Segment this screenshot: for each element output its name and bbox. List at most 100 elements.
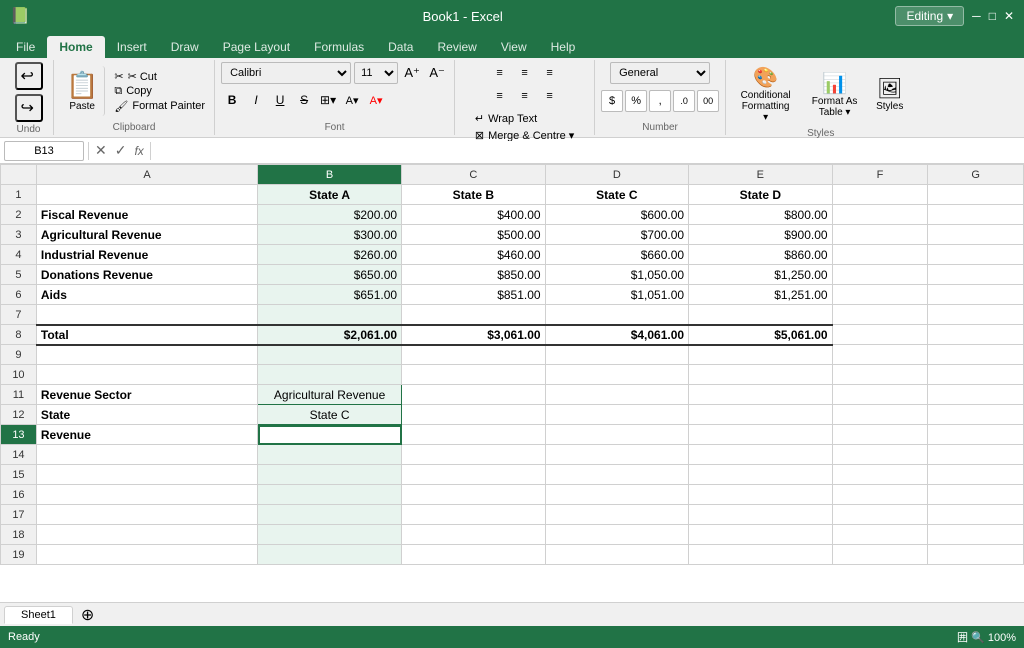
table-cell[interactable]: $1,251.00: [689, 285, 833, 305]
table-cell[interactable]: [832, 445, 928, 465]
table-cell[interactable]: [928, 345, 1024, 365]
table-cell[interactable]: Agricultural Revenue: [36, 225, 257, 245]
table-cell[interactable]: [832, 485, 928, 505]
tab-draw[interactable]: Draw: [159, 36, 211, 58]
table-cell[interactable]: [928, 205, 1024, 225]
table-cell[interactable]: State B: [402, 185, 546, 205]
currency-button[interactable]: $: [601, 90, 623, 112]
table-cell[interactable]: [258, 345, 402, 365]
table-cell[interactable]: [689, 365, 833, 385]
table-cell[interactable]: [545, 505, 689, 525]
font-name-select[interactable]: Calibri: [221, 62, 351, 84]
conditional-formatting-button[interactable]: 🎨 Conditional Formatting ▾: [732, 62, 799, 126]
table-cell[interactable]: [689, 425, 833, 445]
font-size-select[interactable]: 11: [354, 62, 398, 84]
undo-button[interactable]: ↩: [15, 62, 43, 90]
strikethrough-button[interactable]: S: [293, 89, 315, 111]
table-cell[interactable]: [36, 305, 257, 325]
tab-file[interactable]: File: [4, 36, 47, 58]
table-cell[interactable]: [928, 425, 1024, 445]
paste-button[interactable]: 📋 Paste: [60, 66, 105, 116]
table-cell[interactable]: [689, 385, 833, 405]
tab-insert[interactable]: Insert: [105, 36, 159, 58]
table-cell[interactable]: [832, 305, 928, 325]
table-cell[interactable]: $500.00: [402, 225, 546, 245]
table-cell[interactable]: $651.00: [258, 285, 402, 305]
table-cell[interactable]: [36, 345, 257, 365]
table-cell[interactable]: [928, 485, 1024, 505]
table-cell[interactable]: $4,061.00: [545, 325, 689, 345]
maximize-icon[interactable]: □: [989, 9, 996, 23]
table-cell[interactable]: [258, 305, 402, 325]
row-header-1[interactable]: 1: [1, 185, 37, 205]
col-header-c[interactable]: C: [402, 165, 546, 185]
align-top-center-button[interactable]: ≡: [513, 62, 537, 84]
table-cell[interactable]: State C: [545, 185, 689, 205]
table-cell[interactable]: $900.00: [689, 225, 833, 245]
table-cell[interactable]: [928, 225, 1024, 245]
confirm-formula-icon[interactable]: ✓: [113, 140, 129, 161]
table-cell[interactable]: State A: [258, 185, 402, 205]
table-cell[interactable]: $800.00: [689, 205, 833, 225]
table-cell[interactable]: $851.00: [402, 285, 546, 305]
close-icon[interactable]: ✕: [1004, 9, 1014, 23]
row-header-9[interactable]: 9: [1, 345, 37, 365]
table-cell[interactable]: [402, 345, 546, 365]
table-cell[interactable]: Fiscal Revenue: [36, 205, 257, 225]
table-cell[interactable]: [545, 405, 689, 425]
align-top-right-button[interactable]: ≡: [538, 62, 562, 84]
table-cell[interactable]: Aids: [36, 285, 257, 305]
table-cell[interactable]: [689, 405, 833, 425]
table-cell[interactable]: [832, 425, 928, 445]
table-cell[interactable]: $200.00: [258, 205, 402, 225]
col-header-g[interactable]: G: [928, 165, 1024, 185]
table-cell[interactable]: [832, 505, 928, 525]
underline-button[interactable]: U: [269, 89, 291, 111]
table-cell[interactable]: [832, 365, 928, 385]
fill-color-button[interactable]: A▾: [341, 89, 363, 111]
table-cell[interactable]: State C: [258, 405, 402, 425]
col-header-e[interactable]: E: [689, 165, 833, 185]
table-cell[interactable]: [258, 545, 402, 565]
row-header-15[interactable]: 15: [1, 465, 37, 485]
table-cell[interactable]: [689, 345, 833, 365]
table-cell[interactable]: $860.00: [689, 245, 833, 265]
row-header-10[interactable]: 10: [1, 365, 37, 385]
table-cell[interactable]: [545, 445, 689, 465]
table-cell[interactable]: $460.00: [402, 245, 546, 265]
table-cell[interactable]: Agricultural Revenue: [258, 385, 402, 405]
table-cell[interactable]: [832, 525, 928, 545]
table-cell[interactable]: Revenue: [36, 425, 257, 445]
row-header-16[interactable]: 16: [1, 485, 37, 505]
bold-button[interactable]: B: [221, 89, 243, 111]
align-middle-left-button[interactable]: ≡: [488, 85, 512, 107]
table-cell[interactable]: $1,051.00: [545, 285, 689, 305]
table-cell[interactable]: [258, 365, 402, 385]
table-cell[interactable]: [928, 285, 1024, 305]
table-cell[interactable]: [258, 485, 402, 505]
row-header-18[interactable]: 18: [1, 525, 37, 545]
tab-data[interactable]: Data: [376, 36, 425, 58]
cancel-formula-icon[interactable]: ✕: [93, 140, 109, 161]
table-cell[interactable]: [258, 465, 402, 485]
table-cell[interactable]: [689, 445, 833, 465]
table-cell[interactable]: [832, 385, 928, 405]
table-cell[interactable]: [545, 465, 689, 485]
table-cell[interactable]: [36, 485, 257, 505]
table-cell[interactable]: [832, 465, 928, 485]
row-header-6[interactable]: 6: [1, 285, 37, 305]
table-cell[interactable]: $1,050.00: [545, 265, 689, 285]
row-header-7[interactable]: 7: [1, 305, 37, 325]
table-cell[interactable]: [36, 365, 257, 385]
tab-home[interactable]: Home: [47, 36, 104, 58]
table-cell[interactable]: [832, 245, 928, 265]
tab-review[interactable]: Review: [425, 36, 488, 58]
row-header-2[interactable]: 2: [1, 205, 37, 225]
table-cell[interactable]: [928, 545, 1024, 565]
table-cell[interactable]: [402, 525, 546, 545]
table-cell[interactable]: [928, 365, 1024, 385]
table-cell[interactable]: Revenue Sector: [36, 385, 257, 405]
table-cell[interactable]: [928, 445, 1024, 465]
table-cell[interactable]: [832, 185, 928, 205]
table-cell[interactable]: $1,250.00: [689, 265, 833, 285]
